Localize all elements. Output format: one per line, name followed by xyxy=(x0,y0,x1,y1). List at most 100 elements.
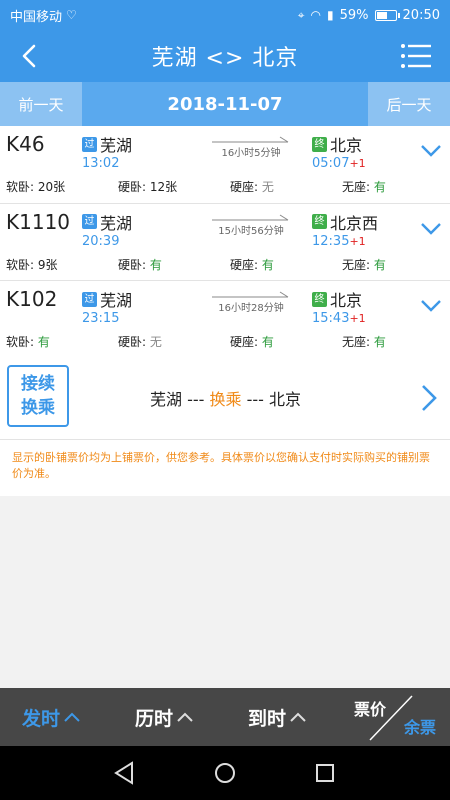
arrival-time-value: 05:07 xyxy=(312,156,350,171)
arrival-station: 终 北京 xyxy=(312,287,362,311)
departure-time: 20:39 xyxy=(82,233,120,249)
seat-label: 硬卧: xyxy=(118,257,150,272)
seat-label: 硬座: xyxy=(230,180,262,194)
prev-day-button[interactable]: 前一天 xyxy=(0,82,82,126)
wifi-icon: ◠ xyxy=(310,8,322,22)
nav-home-icon[interactable] xyxy=(212,760,238,786)
seat-label: 无座: xyxy=(342,180,374,194)
seat-value: 20张 xyxy=(37,180,66,194)
chevron-up-icon xyxy=(64,712,80,722)
chevron-down-icon[interactable] xyxy=(420,299,442,313)
back-arrow-icon[interactable] xyxy=(16,42,44,70)
seat-value: 12张 xyxy=(149,180,178,194)
transfer-button-line2: 换乘 xyxy=(21,398,55,418)
duration: 15小时56分钟 xyxy=(210,210,292,238)
menu-icon[interactable] xyxy=(400,42,432,70)
arrival-time: 12:35+1 xyxy=(312,234,366,249)
arrival-time-value: 15:43 xyxy=(312,311,350,326)
departure-time: 13:02 xyxy=(82,156,120,171)
seat-label: 硬卧: xyxy=(118,335,150,349)
seat-soft-sleeper: 软卧: 9张 xyxy=(6,256,58,273)
duration-text: 16小时5分钟 xyxy=(221,148,281,159)
seat-value: 无 xyxy=(261,180,274,194)
duration-text: 15小时56分钟 xyxy=(218,225,284,237)
sort-bar: 发时 历时 到时 票价 余票 xyxy=(0,688,450,746)
next-day-marker: +1 xyxy=(349,234,366,248)
transfer-from: 芜湖 xyxy=(150,390,183,409)
departure-station-name: 芜湖 xyxy=(100,136,133,155)
train-row[interactable]: K1110 过 芜湖 20:39 15小时56分钟 终 北京西 12:35+1 … xyxy=(0,204,450,281)
duration: 16小时28分钟 xyxy=(210,287,292,315)
transfer-button[interactable]: 接续 换乘 xyxy=(7,365,69,427)
selected-date[interactable]: 2018-11-07 xyxy=(82,82,368,126)
seat-label: 软卧: xyxy=(6,257,38,272)
seat-label: 软卧: xyxy=(6,180,38,194)
status-bar: 中国移动 ♡ ⌖ ◠ ▮ 59% 20:50 xyxy=(0,0,450,30)
departure-station-name: 芜湖 xyxy=(100,213,133,233)
pass-through-badge: 过 xyxy=(82,214,97,229)
signal-icon: ▮ xyxy=(327,8,334,22)
transfer-option[interactable]: 接续 换乘 芜湖 --- 换乘 --- 北京 xyxy=(0,358,450,440)
location-icon: ⌖ xyxy=(297,8,305,22)
transfer-button-line1: 接续 xyxy=(21,374,55,394)
seat-hard-seat: 硬座: 有 xyxy=(230,256,274,273)
arrival-station-name: 北京 xyxy=(330,136,363,155)
date-bar: 前一天 2018-11-07 后一天 xyxy=(0,82,450,126)
seat-hard-seat: 硬座: 无 xyxy=(230,178,274,195)
seat-soft-sleeper: 软卧: 有 xyxy=(6,333,50,350)
departure-time: 23:15 xyxy=(82,311,120,326)
seat-label: 硬座: xyxy=(230,257,262,272)
transfer-mid: 换乘 xyxy=(209,390,242,409)
sort-by-departure[interactable]: 发时 xyxy=(22,688,80,746)
transfer-sep: --- xyxy=(182,390,210,409)
seat-value: 有 xyxy=(149,257,162,272)
seat-no-seat: 无座: 有 xyxy=(342,178,386,195)
nav-back-icon[interactable] xyxy=(112,760,138,786)
sort-label: 发时 xyxy=(22,707,61,730)
sort-label: 历时 xyxy=(135,707,174,730)
nav-recents-icon[interactable] xyxy=(312,760,338,786)
clock: 20:50 xyxy=(402,7,440,23)
departure-station: 过 芜湖 xyxy=(82,210,132,234)
arrival-station-name: 北京 xyxy=(330,291,363,310)
chevron-down-icon[interactable] xyxy=(420,222,442,236)
arrival-station-name: 北京西 xyxy=(330,213,379,233)
price-label: 票价 xyxy=(354,700,387,719)
seat-hard-sleeper: 硬卧: 有 xyxy=(118,256,162,273)
seat-value: 有 xyxy=(373,335,386,349)
carrier-name: 中国移动 xyxy=(10,9,63,25)
arrival-station: 终 北京 xyxy=(312,132,362,156)
seat-value: 有 xyxy=(37,335,50,349)
next-day-button[interactable]: 后一天 xyxy=(368,82,450,126)
departure-station: 过 芜湖 xyxy=(82,287,132,311)
transfer-to: 北京 xyxy=(269,390,302,409)
remaining-label: 余票 xyxy=(403,718,436,737)
train-code: K46 xyxy=(6,132,45,156)
train-row[interactable]: K102 过 芜湖 23:15 16小时28分钟 终 北京 15:43+1 软卧… xyxy=(0,281,450,359)
seat-value: 有 xyxy=(261,335,274,349)
seat-label: 硬座: xyxy=(230,335,262,349)
price-notice: 显示的卧铺票价均为上铺票价，供您参考。具体票价以您确认支付时实际购买的铺别票价为… xyxy=(0,440,450,496)
seat-label: 软卧: xyxy=(6,335,38,349)
sort-by-duration[interactable]: 历时 xyxy=(135,688,193,746)
system-nav-bar xyxy=(0,746,450,800)
seat-value: 9张 xyxy=(37,257,58,272)
seat-label: 无座: xyxy=(342,335,374,349)
pass-through-badge: 过 xyxy=(82,136,97,152)
sort-by-price-remaining[interactable]: 票价 余票 xyxy=(352,692,436,742)
seat-hard-sleeper: 硬卧: 无 xyxy=(118,333,162,350)
seat-availability: 软卧: 20张 硬卧: 12张 硬座: 无 无座: 有 xyxy=(0,178,450,198)
chevron-up-icon xyxy=(290,712,306,722)
chevron-down-icon[interactable] xyxy=(420,144,442,158)
transfer-sep: --- xyxy=(241,390,270,409)
heart-icon: ♡ xyxy=(66,8,77,22)
seat-value: 无 xyxy=(149,335,162,349)
terminal-badge: 终 xyxy=(312,214,327,229)
train-code: K102 xyxy=(6,287,58,311)
arrival-station: 终 北京西 xyxy=(312,210,378,234)
sort-by-arrival[interactable]: 到时 xyxy=(248,688,306,746)
seat-label: 无座: xyxy=(342,257,374,272)
arrival-time-value: 12:35 xyxy=(312,233,350,249)
train-row[interactable]: K46 过 芜湖 13:02 16小时5分钟 终 北京 05:07+1 软卧: … xyxy=(0,126,450,204)
chevron-right-icon[interactable] xyxy=(420,384,438,412)
